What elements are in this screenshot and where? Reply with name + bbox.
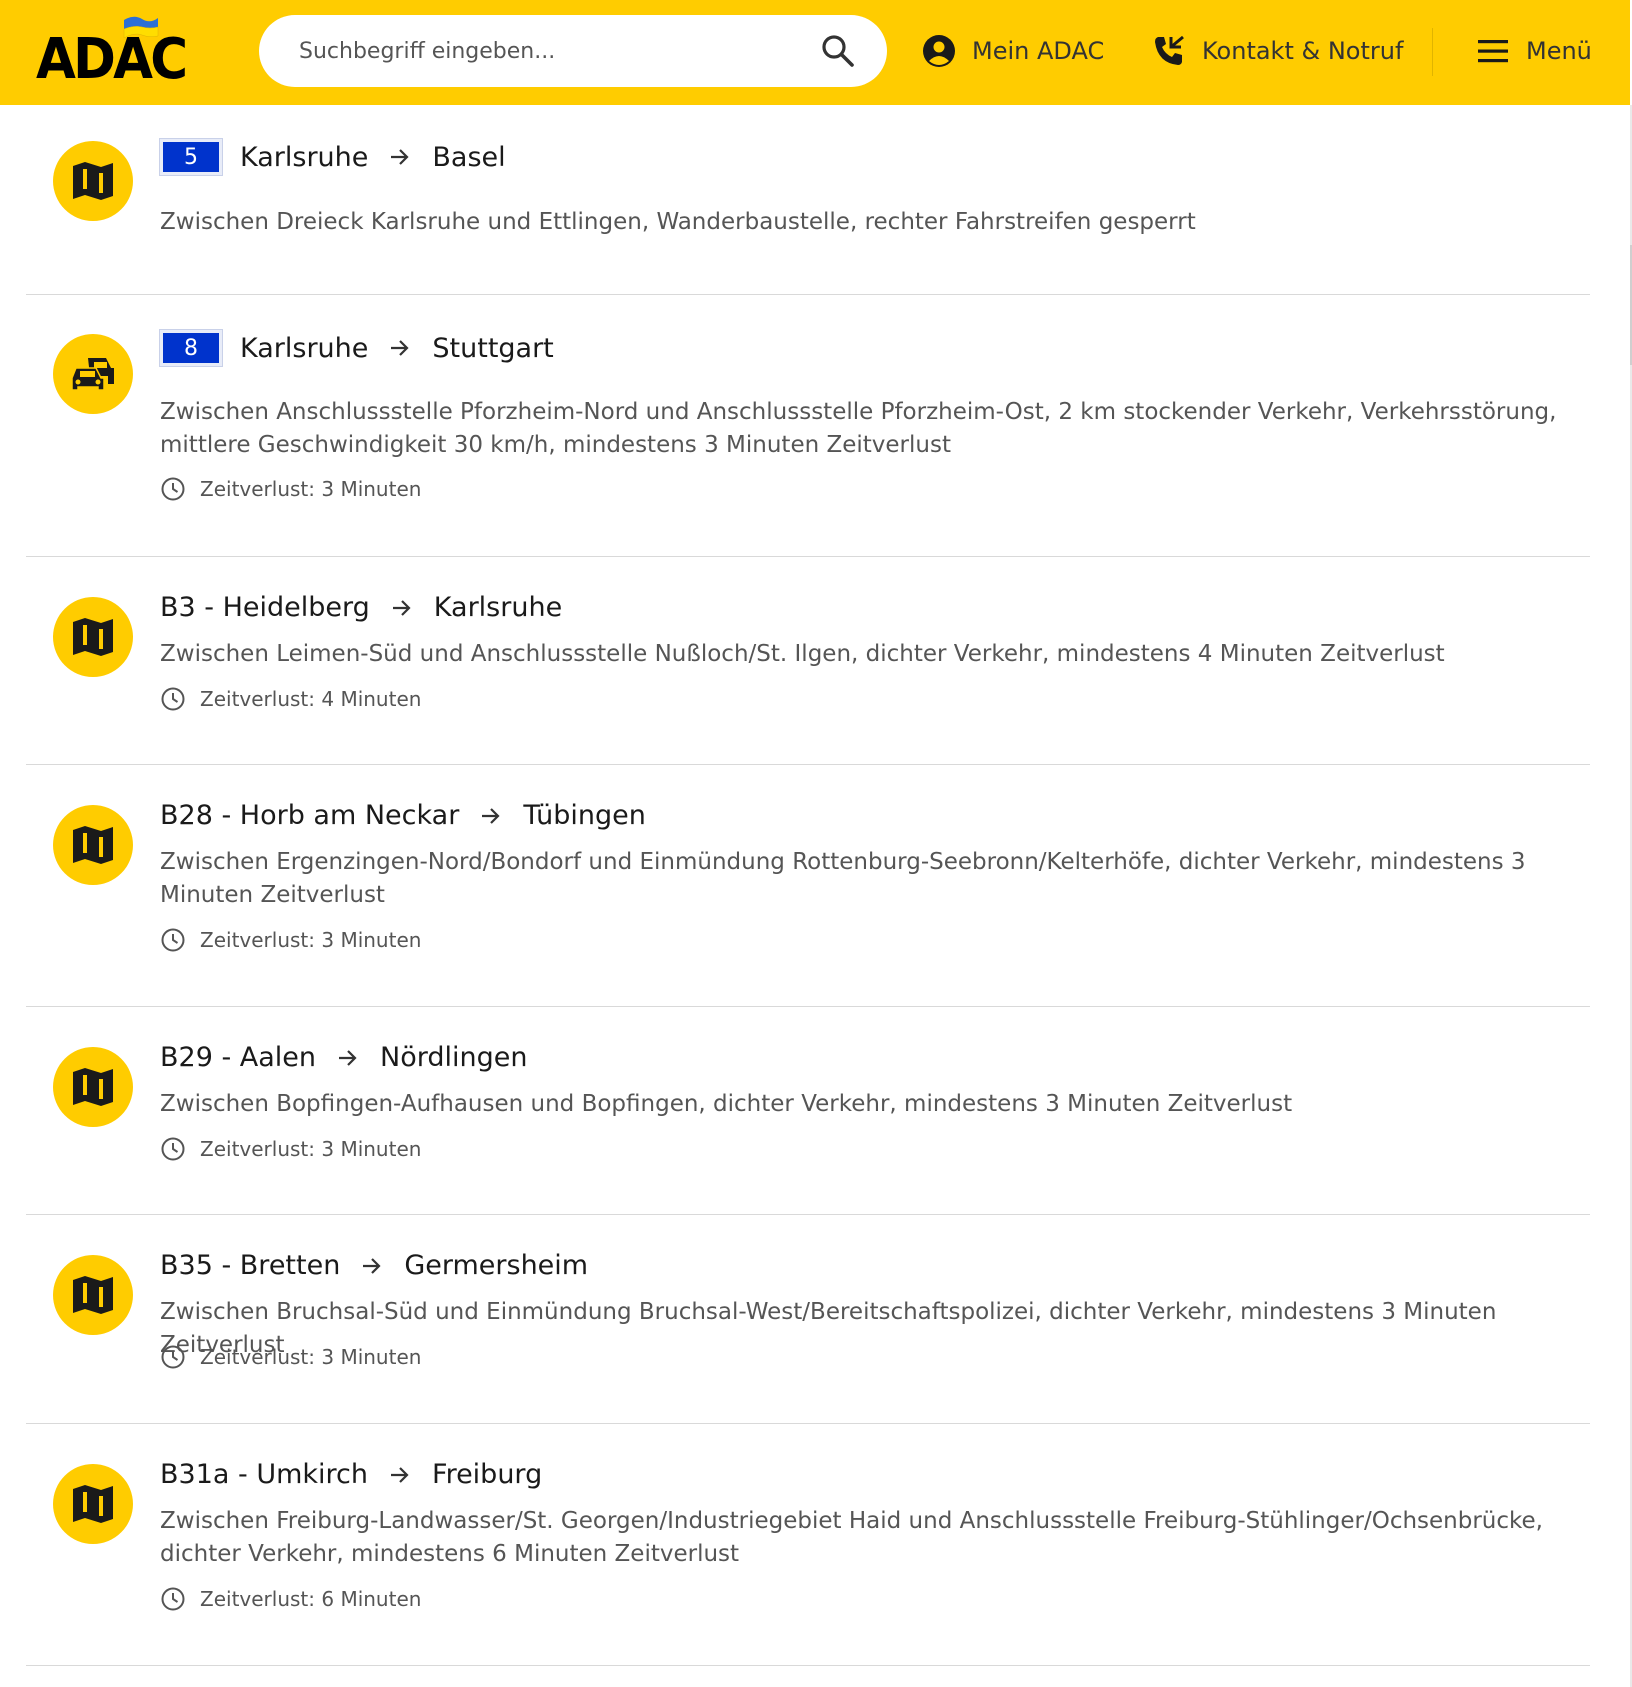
adac-logo[interactable]: ADAC — [36, 14, 188, 89]
road-name: B35 - Bretten — [160, 1250, 341, 1281]
route-title: B35 - Bretten Germersheim — [160, 1250, 588, 1281]
arrow-right-icon — [390, 339, 410, 357]
map-icon — [53, 597, 133, 677]
autobahn-badge: 5 — [159, 138, 223, 176]
logo-text: ADAC — [36, 27, 188, 92]
nav-divider — [1432, 28, 1433, 76]
map-icon — [53, 1255, 133, 1335]
kontakt-notruf-label: Kontakt & Notruf — [1202, 37, 1404, 65]
road-name: B29 - Aalen — [160, 1042, 317, 1073]
search-bar — [259, 15, 887, 87]
mein-adac-label: Mein ADAC — [972, 37, 1105, 65]
route-to: Stuttgart — [432, 332, 554, 364]
time-loss-label: Zeitverlust: 6 Minuten — [200, 1587, 422, 1611]
route-title: B29 - Aalen Nördlingen — [160, 1042, 528, 1073]
arrow-right-icon — [338, 1049, 358, 1067]
menu-label: Menü — [1526, 37, 1592, 65]
route-title: 8 Karlsruhe Stuttgart — [159, 329, 554, 367]
search-icon[interactable] — [821, 34, 855, 68]
route-title: B28 - Horb am Neckar Tübingen — [160, 800, 646, 831]
route-from: Karlsruhe — [240, 141, 369, 173]
clock-icon — [161, 477, 185, 501]
traffic-item[interactable]: 8 Karlsruhe Stuttgart Zwischen Anschluss… — [26, 295, 1590, 557]
route-to: Karlsruhe — [433, 592, 563, 623]
ukraine-flag-icon — [123, 16, 159, 39]
incident-description: Zwischen Dreieck Karlsruhe und Ettlingen… — [160, 209, 1196, 235]
menu-button[interactable]: Menü — [1476, 30, 1592, 72]
site-header: ADAC Mein ADAC Kontakt & Notruf — [0, 0, 1630, 105]
time-loss: Zeitverlust: 3 Minuten — [160, 927, 421, 953]
time-loss: Zeitverlust: 4 Minuten — [160, 686, 421, 712]
clock-icon — [161, 928, 185, 952]
time-loss: Zeitverlust: 6 Minuten — [160, 1586, 421, 1612]
kontakt-notruf-link[interactable]: Kontakt & Notruf — [1152, 30, 1403, 72]
menu-icon — [1478, 40, 1508, 63]
arrow-right-icon — [481, 807, 501, 825]
route-to: Basel — [432, 141, 506, 173]
arrow-right-icon — [392, 599, 412, 617]
phone-icon — [1155, 35, 1184, 65]
map-icon — [53, 1464, 133, 1544]
route-title: 5 Karlsruhe Basel — [159, 138, 506, 176]
clock-icon — [161, 1137, 185, 1161]
road-name: B3 - Heidelberg — [160, 592, 370, 623]
search-input[interactable] — [299, 33, 799, 69]
incident-description: Zwischen Bopfingen-Aufhausen und Bopfing… — [160, 1091, 1293, 1117]
route-to: Nördlingen — [380, 1042, 528, 1073]
arrow-right-icon — [362, 1257, 382, 1275]
traffic-item[interactable]: B31a - Umkirch Freiburg Zwischen Freibur… — [26, 1424, 1590, 1666]
traffic-item[interactable]: B3 - Heidelberg Karlsruhe Zwischen Leime… — [26, 557, 1590, 765]
route-to: Germersheim — [404, 1250, 589, 1281]
traffic-item[interactable]: B28 - Horb am Neckar Tübingen Zwischen E… — [26, 765, 1590, 1007]
road-name: B28 - Horb am Neckar — [160, 800, 460, 831]
traffic-list: 5 Karlsruhe Basel Zwischen Dreieck Karls… — [26, 105, 1590, 1666]
route-to: Tübingen — [523, 800, 646, 831]
map-icon — [53, 1047, 133, 1127]
traffic-item[interactable]: B35 - Bretten Germersheim Zwischen Bruch… — [26, 1215, 1590, 1424]
clock-icon — [161, 1587, 185, 1611]
arrow-right-icon — [390, 148, 410, 166]
incident-description: Zwischen Freiburg-Landwasser/St. Georgen… — [160, 1508, 1543, 1567]
time-loss-label: Zeitverlust: 3 Minuten — [200, 1345, 422, 1369]
time-loss-label: Zeitverlust: 4 Minuten — [200, 687, 422, 711]
route-to: Freiburg — [432, 1459, 543, 1490]
time-loss: Zeitverlust: 3 Minuten — [160, 1136, 421, 1162]
map-icon — [53, 805, 133, 885]
time-loss: Zeitverlust: 3 Minuten — [160, 476, 421, 502]
traffic-item[interactable]: 5 Karlsruhe Basel Zwischen Dreieck Karls… — [26, 105, 1590, 295]
user-icon — [923, 35, 955, 67]
time-loss-label: Zeitverlust: 3 Minuten — [200, 1137, 422, 1161]
route-title: B31a - Umkirch Freiburg — [160, 1459, 542, 1490]
mein-adac-link[interactable]: Mein ADAC — [922, 30, 1104, 72]
arrow-right-icon — [390, 1466, 410, 1484]
route-title: B3 - Heidelberg Karlsruhe — [160, 592, 562, 623]
time-loss-label: Zeitverlust: 3 Minuten — [200, 928, 422, 952]
autobahn-badge: 8 — [159, 329, 223, 367]
road-name: B31a - Umkirch — [160, 1459, 368, 1490]
route-from: Karlsruhe — [240, 332, 369, 364]
incident-description: Zwischen Anschlussstelle Pforzheim-Nord … — [160, 399, 1557, 458]
incident-description: Zwischen Leimen-Süd und Anschlussstelle … — [160, 641, 1445, 667]
time-loss: Zeitverlust: 3 Minuten — [160, 1344, 421, 1370]
incident-description: Zwischen Ergenzingen-Nord/Bondorf und Ei… — [160, 849, 1526, 908]
map-icon — [53, 141, 133, 221]
time-loss-label: Zeitverlust: 3 Minuten — [200, 477, 422, 501]
clock-icon — [161, 687, 185, 711]
clock-icon — [161, 1345, 185, 1369]
traffic-jam-icon — [53, 334, 133, 414]
traffic-item[interactable]: B29 - Aalen Nördlingen Zwischen Bopfinge… — [26, 1007, 1590, 1215]
